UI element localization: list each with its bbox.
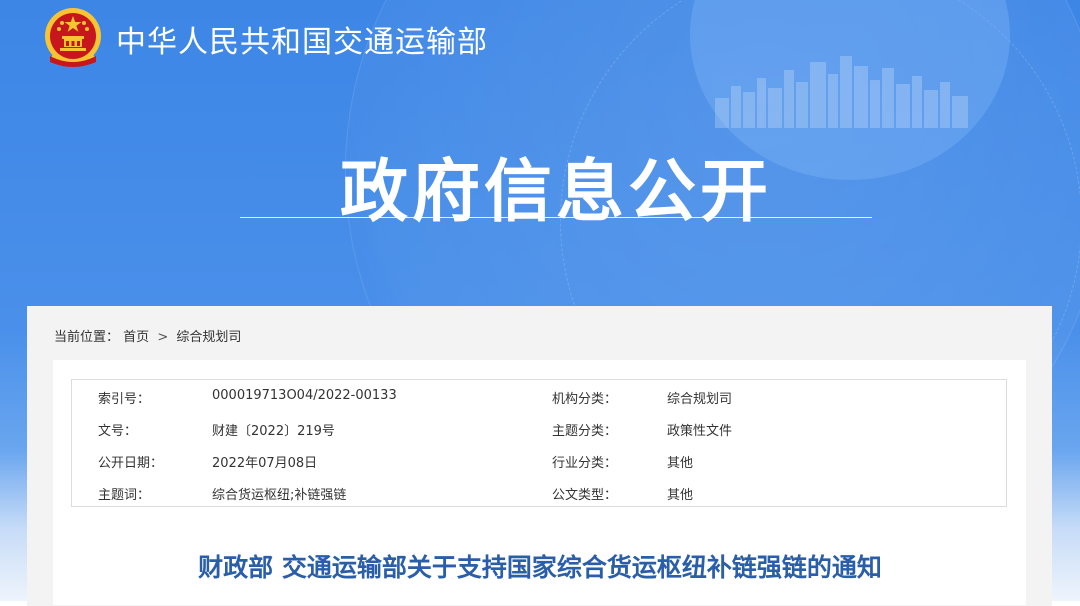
metadata-label: 主题分类： [552, 424, 618, 439]
metadata-value: 其他 [667, 488, 694, 503]
metadata-label: 公开日期： [98, 456, 164, 471]
metadata-value: 综合货运枢纽;补链强链 [212, 488, 347, 503]
metadata-label: 索引号： [98, 392, 151, 407]
national-emblem-icon [45, 8, 101, 67]
metadata-row: 主题词： 综合货运枢纽;补链强链 公文类型： 其他 [72, 476, 1006, 508]
metadata-label: 行业分类： [552, 456, 618, 471]
metadata-label: 文号： [98, 424, 138, 439]
breadcrumb-prefix: 当前位置： [54, 330, 120, 345]
metadata-value: 政策性文件 [667, 424, 733, 439]
document-title: 财政部 交通运输部关于支持国家综合货运枢纽补链强链的通知 [198, 553, 882, 582]
page-title: 政府信息公开 [339, 153, 772, 232]
metadata-value: 综合规划司 [667, 392, 733, 407]
breadcrumb-department-link[interactable]: 综合规划司 [176, 326, 241, 345]
breadcrumb: 当前位置： 首页 > 综合规划司 [54, 326, 241, 345]
breadcrumb-separator: > [157, 330, 169, 345]
metadata-value: 其他 [667, 456, 694, 471]
metadata-value: 000019713O04/2022-00133 [212, 388, 397, 403]
metadata-row: 文号： 财建〔2022〕219号 主题分类： 政策性文件 [72, 412, 1006, 444]
ministry-name: 中华人民共和国交通运输部 [116, 25, 488, 60]
metadata-label: 主题词： [98, 488, 151, 503]
title-underline [240, 217, 872, 218]
breadcrumb-home-link[interactable]: 首页 [123, 326, 149, 345]
metadata-row: 索引号： 000019713O04/2022-00133 机构分类： 综合规划司 [72, 380, 1006, 412]
metadata-value: 2022年07月08日 [212, 456, 318, 471]
metadata-row: 公开日期： 2022年07月08日 行业分类： 其他 [72, 444, 1006, 476]
metadata-label: 公文类型： [552, 488, 618, 503]
metadata-label: 机构分类： [552, 392, 618, 407]
metadata-value: 财建〔2022〕219号 [212, 424, 335, 439]
city-skyline-graphic [715, 56, 968, 128]
document-metadata-table: 索引号： 000019713O04/2022-00133 机构分类： 综合规划司… [71, 379, 1007, 507]
